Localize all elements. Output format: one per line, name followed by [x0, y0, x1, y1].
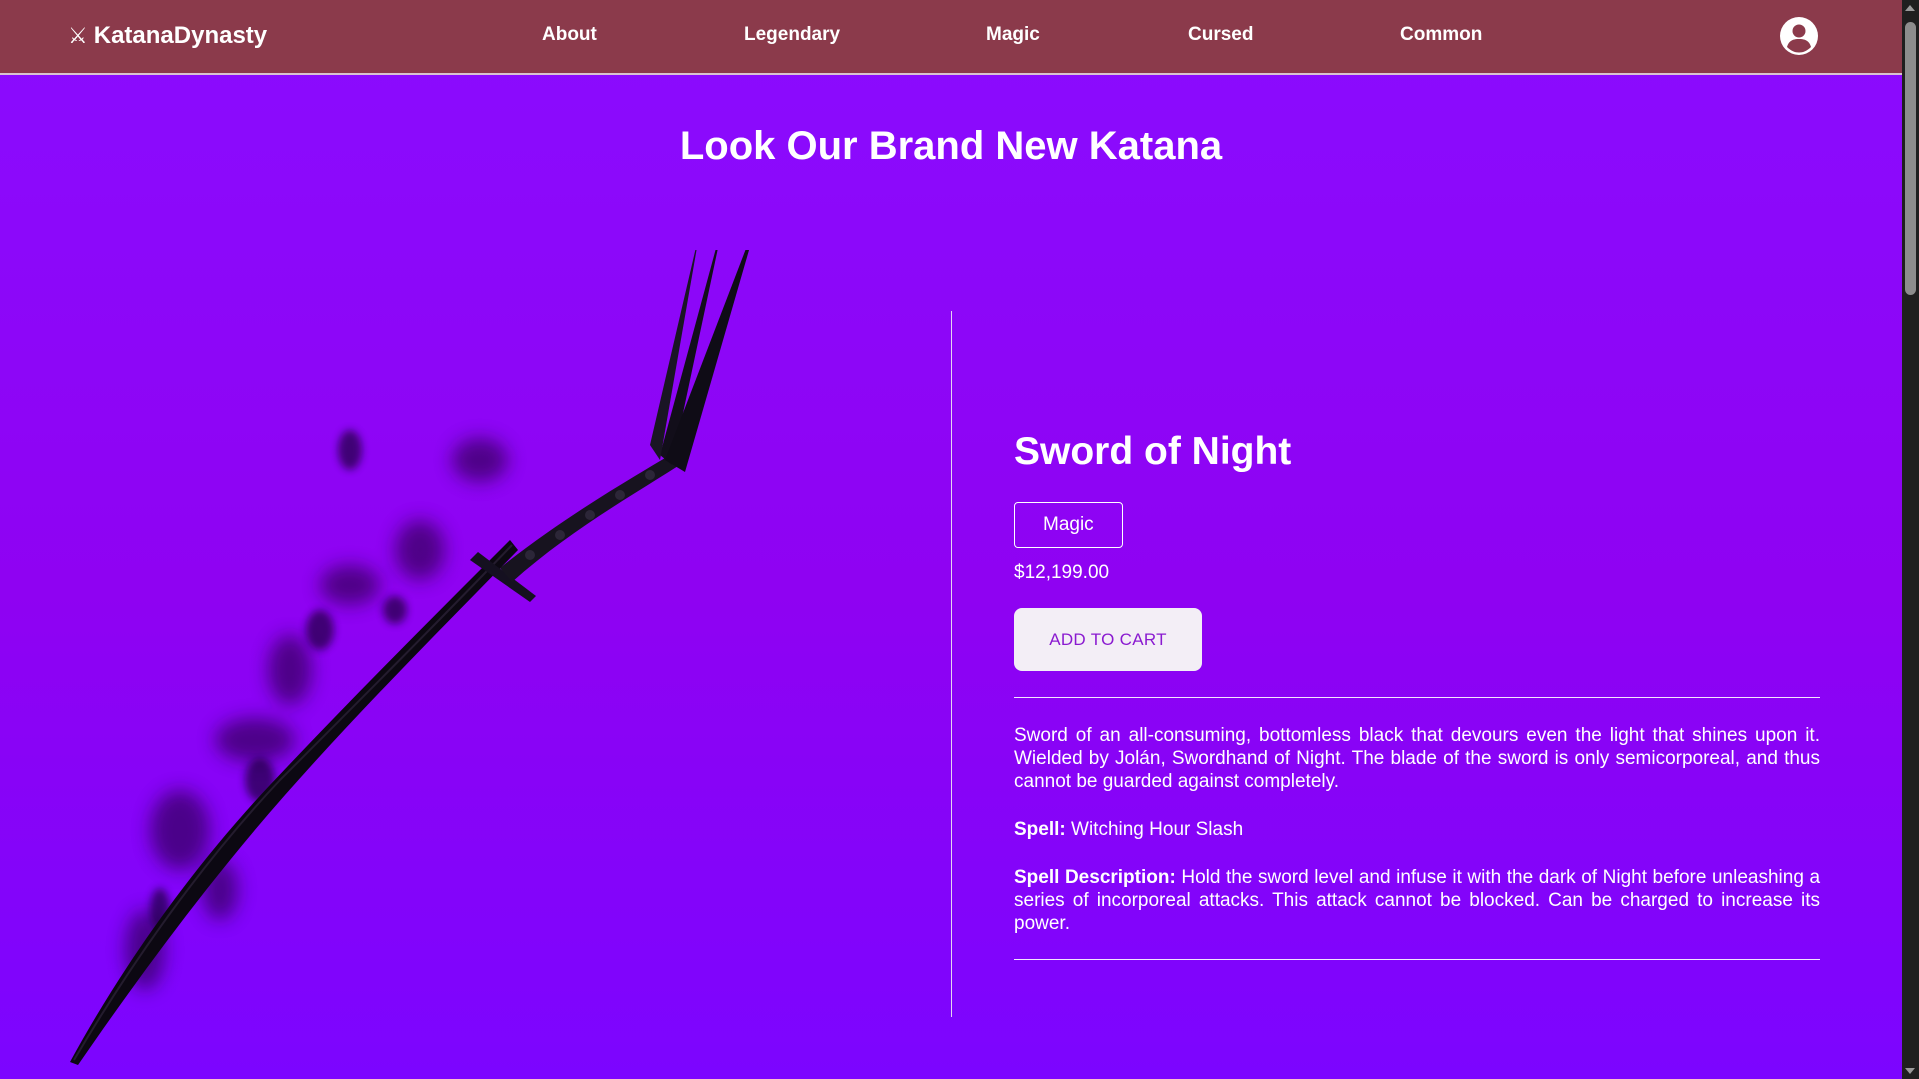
product-name: Sword of Night	[1014, 430, 1292, 473]
nav-link-about[interactable]: About	[542, 24, 597, 46]
nav-link-legendary[interactable]: Legendary	[744, 24, 840, 46]
top-navbar: ⚔ KatanaDynasty About Legendary Magic Cu…	[0, 0, 1902, 75]
scroll-up-arrow-icon[interactable]	[1905, 5, 1915, 11]
nav-link-cursed[interactable]: Cursed	[1188, 24, 1253, 46]
scroll-down-arrow-icon[interactable]	[1905, 1068, 1915, 1074]
scrollbar-thumb[interactable]	[1905, 22, 1916, 295]
page-viewport: ⚔ KatanaDynasty About Legendary Magic Cu…	[0, 0, 1902, 1079]
brand-logo-link[interactable]: ⚔ KatanaDynasty	[68, 22, 267, 50]
product-price: $12,199.00	[1014, 562, 1110, 583]
horizontal-divider-bottom	[1014, 959, 1820, 960]
spell-name: Witching Hour Slash	[1071, 819, 1244, 840]
nav-link-common[interactable]: Common	[1400, 24, 1482, 46]
nav-link-magic[interactable]: Magic	[986, 24, 1040, 46]
category-tag-button[interactable]: Magic	[1014, 502, 1123, 548]
spell-line: Spell: Witching Hour Slash	[1014, 818, 1820, 841]
product-description: Sword of an all-consuming, bottomless bl…	[1014, 725, 1820, 792]
vertical-scrollbar[interactable]	[1902, 0, 1919, 1079]
vertical-divider	[951, 311, 952, 1017]
user-account-icon[interactable]	[1779, 16, 1819, 56]
crossed-swords-icon: ⚔	[68, 23, 88, 48]
brand-name: KatanaDynasty	[93, 22, 268, 49]
spell-description-line: Spell Description: Hold the sword level …	[1014, 866, 1820, 935]
black-katana-image	[70, 250, 750, 1065]
add-to-cart-button[interactable]: ADD TO CART	[1014, 608, 1202, 671]
spell-description-label: Spell Description:	[1014, 867, 1176, 888]
horizontal-divider-top	[1014, 697, 1820, 698]
hero-title: Look Our Brand New Katana	[679, 124, 1223, 168]
product-details: Sword of Night Magic $12,199.00 ADD TO C…	[1014, 420, 1820, 960]
spell-label: Spell:	[1014, 819, 1066, 840]
